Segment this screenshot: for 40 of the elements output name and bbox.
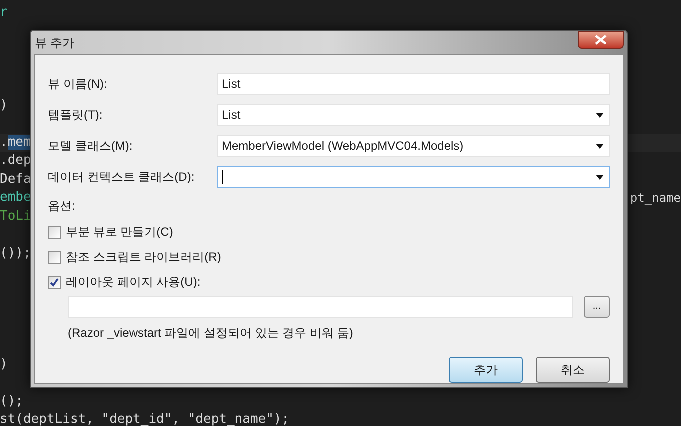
code-line: Defa	[0, 170, 32, 188]
dropdown-arrow-icon	[596, 174, 604, 180]
field-label: 템플릿(T):	[48, 107, 104, 124]
options-label: 옵션:	[48, 198, 76, 215]
code-line: .mem	[0, 134, 32, 152]
code-text: pt_name	[630, 190, 681, 207]
checkbox[interactable]	[48, 226, 61, 238]
hint-text: (Razor _viewstart 파일에 설정되어 있는 경우 비워 둠)	[67, 325, 354, 342]
combo-box[interactable]	[217, 166, 610, 188]
checkmark-icon	[50, 278, 59, 286]
code-line: ();	[0, 392, 24, 410]
field-label: 모델 클래스(M):	[48, 138, 134, 155]
checkbox[interactable]	[48, 276, 61, 288]
checkbox[interactable]	[48, 250, 61, 264]
window-title: 뷰 추가	[34, 34, 74, 52]
combo-box[interactable]: MemberViewModel (WebAppMVC04.Models)	[217, 135, 610, 157]
dialog-button[interactable]: 추가	[449, 357, 523, 383]
option-checkbox[interactable]: 부분 뷰로 만들기(C)	[48, 223, 610, 241]
text-cursor	[222, 170, 223, 184]
dropdown-arrow-icon	[596, 144, 604, 148]
code-line: )	[0, 96, 8, 114]
dialog-button[interactable]: 취소	[536, 357, 610, 383]
code-line: ToLi	[0, 208, 32, 226]
code-line: ());	[0, 244, 32, 262]
input-field[interactable]: List	[217, 73, 610, 95]
layout-path-field[interactable]	[68, 296, 573, 318]
option-checkbox[interactable]: 참조 스크립트 라이브러리(R)	[48, 248, 610, 266]
code-line: .dep	[0, 152, 32, 170]
code-line: embe	[0, 189, 32, 207]
code-line: st(deptList, "dept_id", "dept_name");	[0, 411, 290, 426]
close-icon	[595, 35, 607, 45]
code-line: )	[0, 356, 8, 374]
close-button[interactable]	[578, 31, 624, 49]
option-checkbox[interactable]: 레이아웃 페이지 사용(U):	[48, 273, 610, 291]
dropdown-arrow-icon	[596, 112, 604, 118]
field-label: 뷰 이름(N):	[48, 76, 108, 93]
code-line: r	[0, 4, 8, 22]
browse-button[interactable]: ...	[584, 296, 610, 318]
field-label: 데이터 컨텍스트 클래스(D):	[48, 169, 196, 186]
combo-box[interactable]: List	[217, 104, 610, 126]
